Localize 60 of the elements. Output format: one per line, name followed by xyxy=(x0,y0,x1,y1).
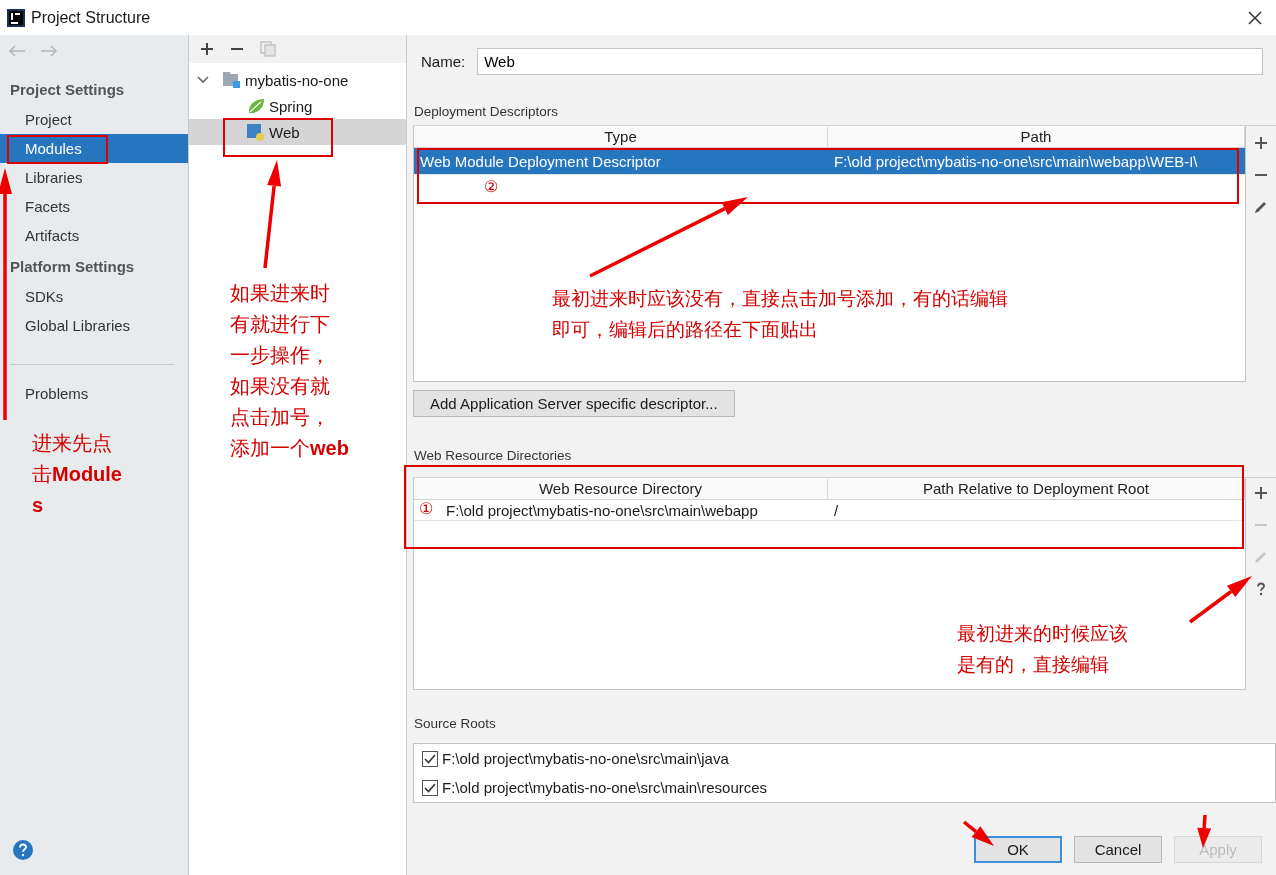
sidebar-item[interactable]: SDKs xyxy=(0,282,188,311)
annotation-text: 一步操作， xyxy=(230,343,331,368)
app-logo-icon xyxy=(7,8,25,27)
tree-item[interactable]: mybatis-no-one xyxy=(189,67,406,93)
sidebar-item[interactable]: Global Libraries xyxy=(0,311,188,340)
sidebar-item[interactable]: Problems xyxy=(0,379,188,408)
annotation-text: 最初进来时应该没有，直接点击加号添加，有的话编辑 xyxy=(552,287,1008,311)
pencil-icon[interactable] xyxy=(1254,200,1268,214)
annotation-text: 添加一个web xyxy=(230,436,349,461)
annotation-text: 有就进行下 xyxy=(230,312,331,337)
annotation-text: s xyxy=(32,493,45,518)
annotation-arrow xyxy=(1188,576,1252,624)
section-heading: Platform Settings xyxy=(9,257,136,277)
annotation-text: 即可，编辑后的路径在下面贴出 xyxy=(552,318,819,342)
name-label: Name: xyxy=(421,53,466,70)
add-icon[interactable] xyxy=(1254,136,1268,150)
window-title: Project Structure xyxy=(31,8,151,27)
annotation-text: 如果没有就 xyxy=(230,374,331,399)
sidebar-item[interactable]: Facets xyxy=(0,192,188,221)
name-field[interactable]: Web xyxy=(477,48,1263,75)
annotation-text: 点击加号， xyxy=(230,405,331,430)
web-module-icon xyxy=(247,123,265,141)
sidebar-item[interactable]: Modules xyxy=(0,134,188,163)
section-title: Deployment Descriptors xyxy=(413,103,560,121)
source-root-path: F:\old project\mybatis-no-one\src\main\java xyxy=(442,750,729,767)
tree-item[interactable]: Web xyxy=(189,119,406,145)
collapse-chevron-icon[interactable] xyxy=(197,74,209,86)
annotation-text: 是有的，直接编辑 xyxy=(957,653,1110,677)
add-icon[interactable] xyxy=(200,42,214,56)
sidebar-item[interactable]: Artifacts xyxy=(0,221,188,250)
add-descriptor-button[interactable]: Add Application Server specific descriptor... xyxy=(413,390,735,417)
annotation-text: 如果进来时 xyxy=(230,281,331,306)
column-header[interactable]: Web Resource Directory xyxy=(414,479,828,499)
step-marker: ① xyxy=(419,500,433,518)
checkbox[interactable] xyxy=(422,750,438,767)
checkbox[interactable] xyxy=(422,779,438,796)
ok-button[interactable]: OK xyxy=(974,836,1062,863)
column-header[interactable]: Path xyxy=(828,127,1245,147)
annotation-text: 进来先点 xyxy=(32,431,113,456)
sidebar-item[interactable]: Project xyxy=(0,105,188,134)
add-icon[interactable] xyxy=(1254,486,1268,500)
sidebar-item[interactable]: Libraries xyxy=(0,163,188,192)
section-title: Source Roots xyxy=(413,715,497,733)
leaf-icon xyxy=(247,97,265,115)
annotation-text: 最初进来的时候应该 xyxy=(957,622,1128,646)
annotation-text: 击Module xyxy=(32,462,122,487)
step-marker: ② xyxy=(484,178,498,196)
source-root-path: F:\old project\mybatis-no-one\src\main\resources xyxy=(442,779,768,796)
section-heading: Project Settings xyxy=(9,80,126,100)
tree-item[interactable]: Spring xyxy=(189,93,406,119)
help-icon[interactable] xyxy=(12,839,34,861)
folder-icon xyxy=(223,71,241,89)
help-icon[interactable] xyxy=(1254,582,1268,596)
dialog-button[interactable]: Cancel xyxy=(1074,836,1162,863)
column-header[interactable]: Type xyxy=(414,127,828,147)
annotation-arrow xyxy=(962,820,994,846)
close-icon[interactable] xyxy=(1248,10,1262,25)
column-header[interactable]: Path Relative to Deployment Root xyxy=(828,479,1245,499)
table-row[interactable]: Web Module Deployment Descriptor F:\old project\mybatis-no-one\src\main\webapp\WEB-I\ xyxy=(414,148,1245,175)
section-title: Web Resource Directories xyxy=(413,447,573,465)
